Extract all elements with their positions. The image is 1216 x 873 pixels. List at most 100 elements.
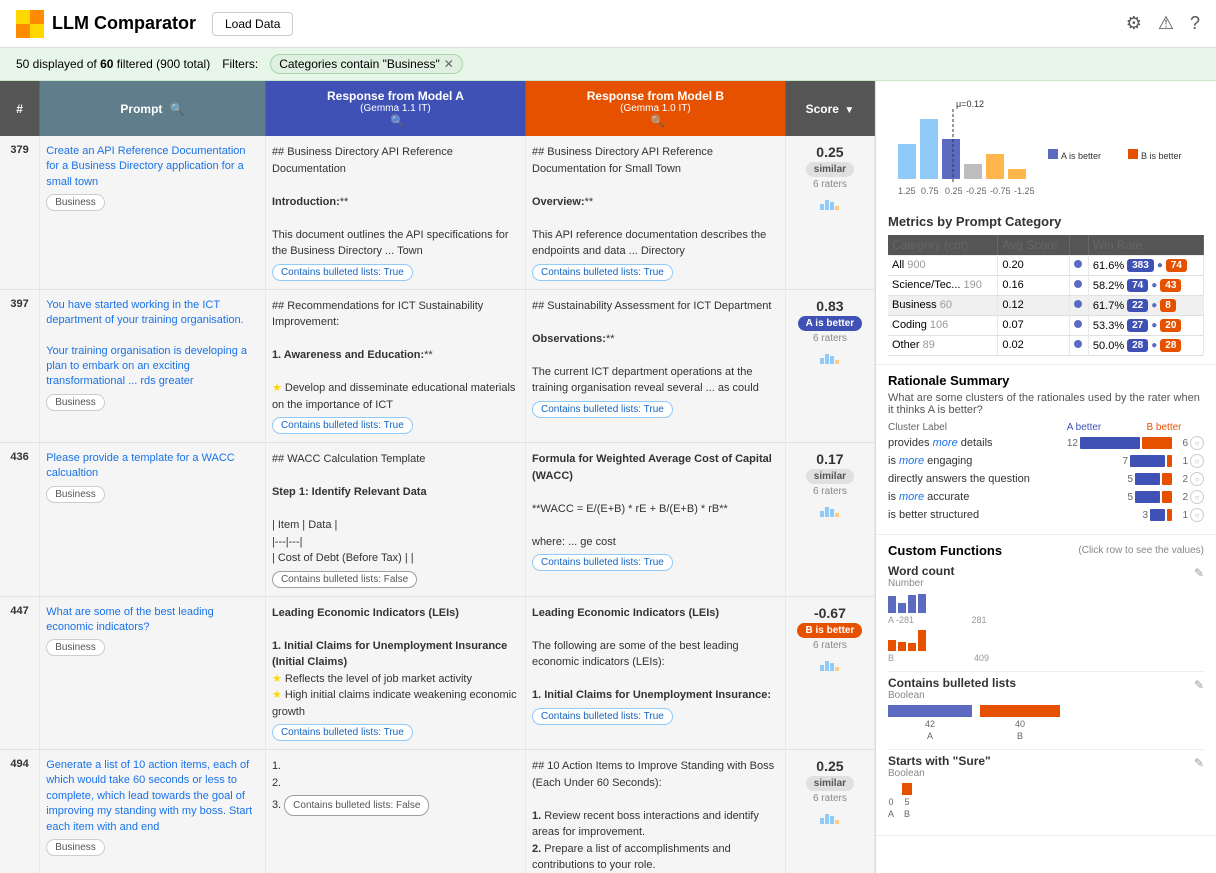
distribution-chart-area: μ=0.12 1.25 0.75 0.25 -0.25 -0.75 -1.25 … [876,81,1216,206]
rationale-info-btn[interactable]: ○ [1190,436,1204,450]
custom-func-item[interactable]: Contains bulleted lists Boolean ✎ 42 A 4… [888,676,1204,741]
category-badge[interactable]: Business [46,394,105,411]
metric-category: Coding 106 [888,316,998,336]
custom-func-item[interactable]: Word count Number ✎ A -281 281 B 40 [888,564,1204,663]
metric-win: 61.7% 22 ● 8 [1088,296,1203,316]
rationale-title: Rationale Summary [888,373,1204,388]
bar-a-item [888,596,896,613]
raters-text: 6 raters [792,486,868,497]
filter-badge[interactable]: Categories contain "Business" ✕ [270,54,463,74]
col-header-model-a: Response from Model A (Gemma 1.1 IT) 🔍 [265,81,525,136]
metric-dot [1069,296,1088,316]
bar-b-item [908,643,916,651]
contains-b-badge: Contains bulleted lists: True [532,554,673,571]
metrics-title: Metrics by Prompt Category [888,214,1204,229]
col-header-score: Score ▼ [785,81,874,136]
custom-func-item[interactable]: Starts with "Sure" Boolean ✎ 0 A 5 B [888,754,1204,819]
raters-text: 6 raters [792,793,868,804]
metrics-row[interactable]: Science/Tec... 190 0.16 58.2% 74 ● 43 [888,276,1204,296]
bar-a-item [918,594,926,613]
score-sort-icon[interactable]: ▼ [844,105,854,116]
table-row[interactable]: 494 Generate a list of 10 action items, … [0,750,875,873]
metric-dot [1069,276,1088,296]
mini-bar [792,499,868,517]
rationale-info-btn[interactable]: ○ [1190,454,1204,468]
table-row[interactable]: 379 Create an API Reference Documentatio… [0,136,875,289]
row-response-b: Leading Economic Indicators (LEIs)The fo… [526,596,786,750]
row-prompt: You have started working in the ICT depa… [40,289,266,443]
rationale-info-btn[interactable]: ○ [1190,472,1204,486]
rationale-row[interactable]: is better structured 3 1 ○ [888,508,1204,522]
col-header-model-b: Response from Model B (Gemma 1.0 IT) 🔍 [526,81,786,136]
category-badge[interactable]: Business [46,839,105,856]
category-badge[interactable]: Business [46,194,105,211]
rationale-col-b: B better [1124,422,1204,433]
func-name: Contains bulleted lists [888,676,1016,690]
model-a-search-icon[interactable]: 🔍 [390,114,405,128]
rationale-row[interactable]: provides more details 12 6 ○ [888,436,1204,450]
bar-b-item [888,640,896,651]
metric-win: 61.6% 383 ● 74 [1088,256,1203,276]
svg-text:-0.25: -0.25 [966,186,987,196]
row-prompt: Generate a list of 10 action items, each… [40,750,266,873]
contains-b-badge: Contains bulleted lists: True [532,708,673,725]
rationale-row[interactable]: is more engaging 7 1 ○ [888,454,1204,468]
model-b-search-icon[interactable]: 🔍 [650,114,665,128]
func-type: Number [888,578,954,589]
row-score: 0.17 similar 6 raters [785,443,874,597]
mini-bar [792,192,868,210]
main-content: # Prompt 🔍 Response from Model A (Gemma … [0,81,1216,873]
table-row[interactable]: 436 Please provide a template for a WACC… [0,443,875,597]
settings-icon[interactable]: ⚙ [1126,13,1142,34]
metrics-col-avg-dot [1069,235,1088,256]
func-boolean-chart: 0 A 5 B [888,783,1204,819]
alert-icon[interactable]: ⚠ [1158,13,1174,34]
win-b-badge: 43 [1160,279,1181,292]
func-edit-icon[interactable]: ✎ [1194,678,1204,692]
win-a-badge: 27 [1127,319,1148,332]
metrics-row[interactable]: Other 89 0.02 50.0% 28 ● 28 [888,336,1204,356]
contains-a-badge: Contains bulleted lists: False [284,795,429,816]
table-row[interactable]: 447 What are some of the best leading ec… [0,596,875,750]
rationale-label: directly answers the question [888,473,1119,485]
rationale-rows: provides more details 12 6 ○ is more eng… [888,436,1204,522]
row-response-a: ## Business Directory API Reference Docu… [265,136,525,289]
bar-a [1135,491,1160,503]
prompt-search-icon[interactable]: 🔍 [170,102,185,116]
bar-a [1080,437,1140,449]
logo-icon [16,10,44,38]
metrics-row[interactable]: Business 60 0.12 61.7% 22 ● 8 [888,296,1204,316]
row-response-b: ## Business Directory API Reference Docu… [526,136,786,289]
custom-func-hint: (Click row to see the values) [1078,545,1204,556]
row-num: 447 [0,596,40,750]
func-edit-icon[interactable]: ✎ [1194,756,1204,770]
rationale-label: is better structured [888,509,1134,521]
load-data-button[interactable]: Load Data [212,12,293,36]
rationale-header: Cluster Label A better B better [888,422,1204,433]
filter-remove-icon[interactable]: ✕ [444,57,454,71]
category-badge[interactable]: Business [46,639,105,656]
table-row[interactable]: 397 You have started working in the ICT … [0,289,875,443]
raters-text: 6 raters [792,333,868,344]
rationale-row[interactable]: is more accurate 5 2 ○ [888,490,1204,504]
svg-text:μ=0.12: μ=0.12 [956,99,984,109]
win-b-badge: 8 [1160,299,1176,312]
win-a-badge: 22 [1127,299,1148,312]
rationale-info-btn[interactable]: ○ [1190,508,1204,522]
comparator-table: # Prompt 🔍 Response from Model A (Gemma … [0,81,875,873]
metric-category: Business 60 [888,296,998,316]
bar-a-bool [888,705,972,717]
metrics-row[interactable]: All 900 0.20 61.6% 383 ● 74 [888,256,1204,276]
metrics-row[interactable]: Coding 106 0.07 53.3% 27 ● 20 [888,316,1204,336]
rationale-row[interactable]: directly answers the question 5 2 ○ [888,472,1204,486]
rationale-info-btn[interactable]: ○ [1190,490,1204,504]
metrics-section: Metrics by Prompt Category Category (cnt… [876,206,1216,365]
func-edit-icon[interactable]: ✎ [1194,566,1204,580]
help-icon[interactable]: ? [1190,13,1200,34]
raters-text: 6 raters [792,179,868,190]
row-num: 436 [0,443,40,597]
rationale-label: is more engaging [888,455,1114,467]
category-badge[interactable]: Business [46,486,105,503]
metric-dot [1069,336,1088,356]
svg-text:0.75: 0.75 [921,186,939,196]
